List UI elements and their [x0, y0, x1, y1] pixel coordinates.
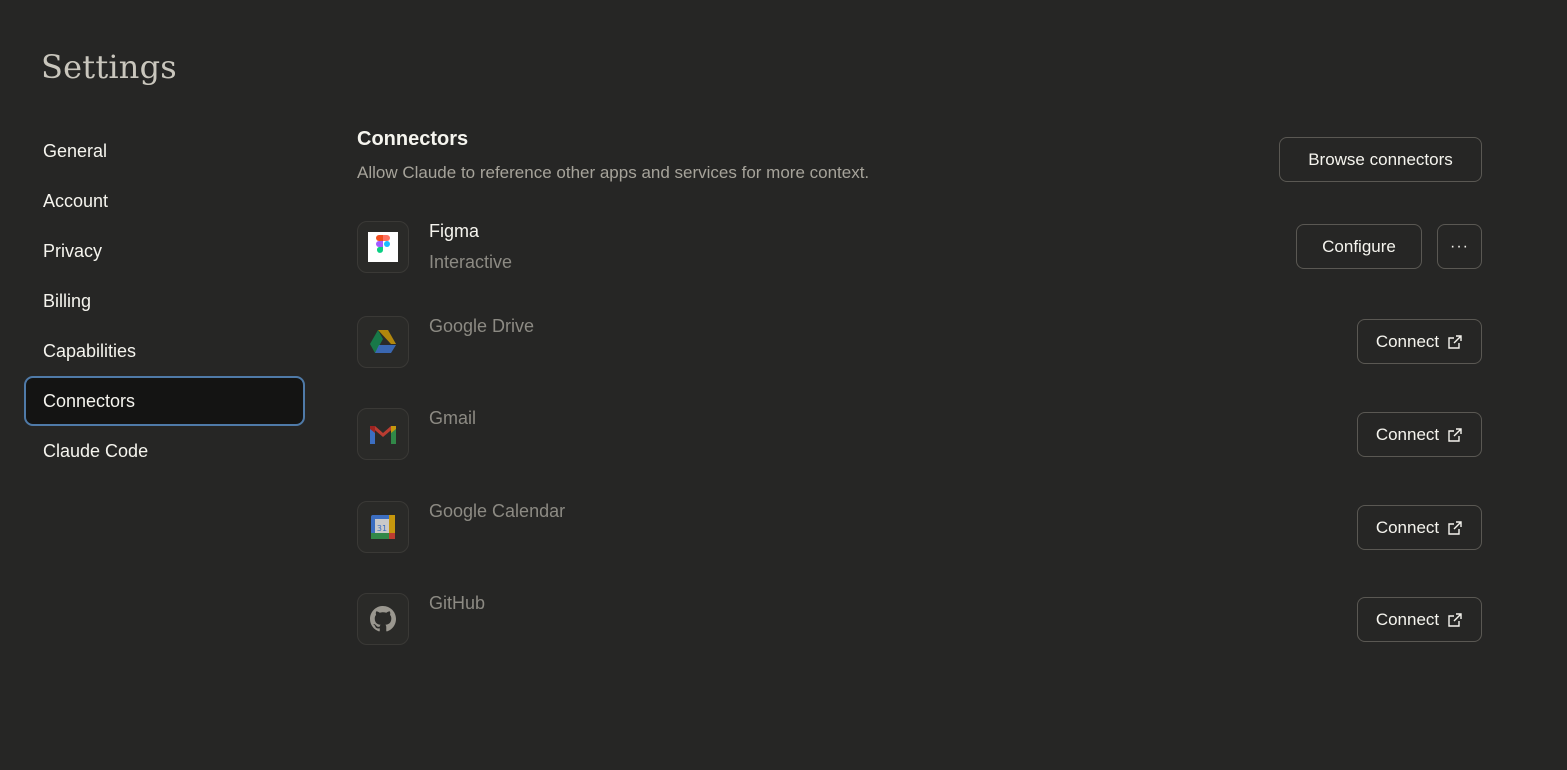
- connector-name: GitHub: [429, 593, 486, 613]
- configure-button[interactable]: Configure: [1296, 224, 1422, 269]
- external-link-icon: [1448, 334, 1462, 349]
- more-icon: ···: [1450, 237, 1469, 255]
- sidebar-item-label: Claude Code: [43, 440, 149, 461]
- connectors-panel: Connectors Allow Claude to reference oth…: [357, 128, 1482, 645]
- connector-row-google-calendar: 31 Google Calendar Connect: [357, 501, 1482, 555]
- connect-label: Connect: [1375, 517, 1440, 537]
- external-link-icon: [1448, 427, 1462, 442]
- connector-row-google-drive: Google Drive Connect: [357, 316, 1482, 370]
- connect-label: Connect: [1375, 609, 1440, 629]
- sidebar-item-account[interactable]: Account: [24, 176, 305, 226]
- gmail-icon: [357, 408, 409, 460]
- connect-button[interactable]: Connect: [1357, 597, 1482, 642]
- connect-button[interactable]: Connect: [1357, 412, 1482, 457]
- page-title: Settings: [41, 48, 177, 86]
- connector-name: Google Drive: [429, 316, 535, 336]
- sidebar-item-label: Capabilities: [43, 340, 137, 361]
- more-options-button[interactable]: ···: [1437, 224, 1482, 269]
- external-link-icon: [1448, 612, 1462, 627]
- github-icon: [357, 593, 409, 645]
- connector-row-gmail: Gmail Connect: [357, 408, 1482, 462]
- sidebar-item-claude-code[interactable]: Claude Code: [24, 426, 305, 476]
- connector-name: Figma: [429, 221, 480, 241]
- settings-sidebar: General Account Privacy Billing Capabili…: [24, 126, 305, 476]
- connector-row-figma: Figma Interactive Configure ···: [357, 221, 1482, 275]
- sidebar-item-privacy[interactable]: Privacy: [24, 226, 305, 276]
- sidebar-item-label: Account: [43, 190, 109, 211]
- sidebar-item-billing[interactable]: Billing: [24, 276, 305, 326]
- connect-label: Connect: [1375, 331, 1440, 351]
- connector-row-github: GitHub Connect: [357, 593, 1482, 647]
- connect-button[interactable]: Connect: [1357, 319, 1482, 364]
- google-drive-icon: [357, 316, 409, 368]
- sidebar-item-capabilities[interactable]: Capabilities: [24, 326, 305, 376]
- browse-connectors-button[interactable]: Browse connectors: [1279, 137, 1482, 182]
- google-calendar-icon: 31: [357, 501, 409, 553]
- calendar-day-text: 31: [377, 524, 387, 533]
- sidebar-item-label: Billing: [43, 290, 92, 311]
- sidebar-item-label: General: [43, 140, 108, 161]
- sidebar-item-label: Connectors: [43, 390, 136, 411]
- sidebar-item-connectors[interactable]: Connectors: [24, 376, 305, 426]
- connector-name: Gmail: [429, 408, 477, 428]
- connect-label: Connect: [1375, 424, 1440, 444]
- connector-name: Google Calendar: [429, 501, 566, 521]
- sidebar-item-general[interactable]: General: [24, 126, 305, 176]
- connect-button[interactable]: Connect: [1357, 505, 1482, 550]
- external-link-icon: [1448, 520, 1462, 535]
- figma-icon: [357, 221, 409, 273]
- sidebar-item-label: Privacy: [43, 240, 103, 261]
- connector-status: Interactive: [429, 252, 513, 272]
